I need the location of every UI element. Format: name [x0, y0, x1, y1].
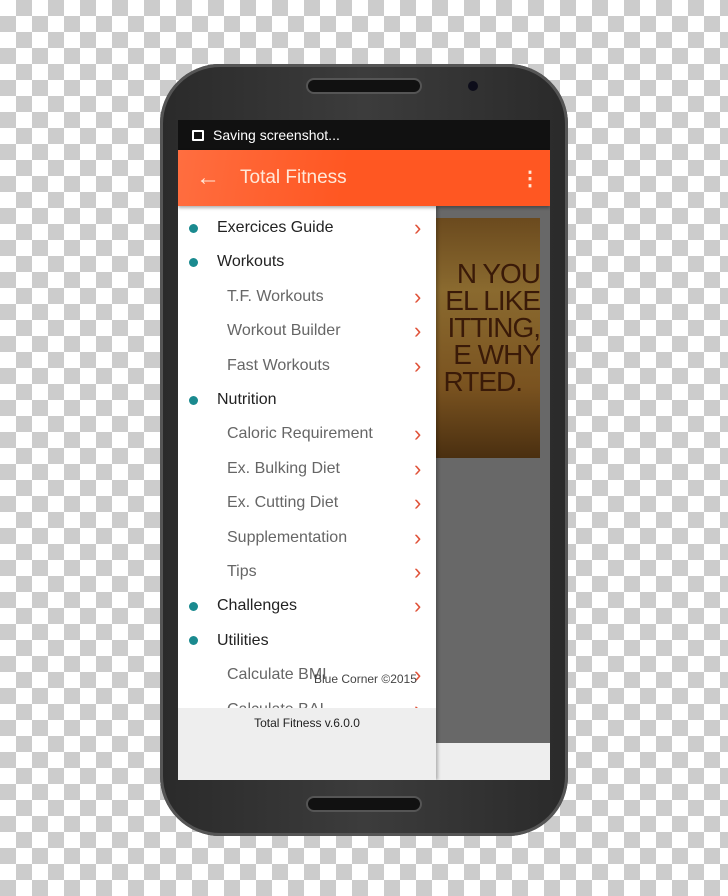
drawer-item[interactable]: Tips ›: [178, 555, 436, 589]
drawer-item-label: Nutrition: [217, 391, 277, 408]
bottom-speaker: [308, 798, 420, 810]
drawer-item-label: Supplementation: [227, 528, 348, 546]
drawer-item[interactable]: Ex. Cutting Diet ›: [178, 486, 436, 520]
drawer-item-label: Ex. Cutting Diet: [227, 494, 339, 512]
drawer-item-label: Tips: [227, 563, 257, 580]
drawer-item-label: T.F. Workouts: [227, 287, 324, 305]
drawer-item[interactable]: Workout Builder ›: [178, 314, 436, 348]
poster-text-line: RTED.: [443, 366, 523, 397]
front-camera: [468, 81, 478, 91]
drawer-item-label: Caloric Requirement: [227, 425, 373, 443]
chevron-right-icon: ›: [414, 524, 422, 550]
drawer-item-label: Utilities: [217, 631, 269, 649]
image-icon: [192, 129, 204, 141]
drawer-list: Exercices Guide › Workouts T.F. Workouts › Wo…: [178, 206, 436, 708]
chevron-right-icon: ›: [414, 421, 422, 447]
drawer-item[interactable]: Supplementation ›: [178, 521, 436, 555]
chevron-right-icon: ›: [414, 318, 422, 344]
drawer-item[interactable]: Nutrition: [178, 383, 436, 417]
poster-text-line: N YOU: [456, 258, 540, 289]
bullet-icon: [189, 395, 198, 405]
motivational-image: N YOU EL LIKE ITTING, E WHY RTED.: [436, 218, 540, 458]
drawer-item[interactable]: Workouts: [178, 245, 436, 279]
drawer-item[interactable]: Ex. Bulking Diet ›: [178, 452, 436, 486]
drawer-item[interactable]: Caloric Requirement ›: [178, 417, 436, 451]
drawer-item-label: Calculate BAI: [227, 701, 324, 708]
more-vert-icon[interactable]: ⋮: [510, 166, 550, 191]
bullet-icon: [189, 223, 198, 233]
drawer-item-label: Exercices Guide: [217, 219, 334, 236]
copyright-text: Blue Corner ©2015: [314, 672, 417, 686]
drawer-item[interactable]: T.F. Workouts ›: [178, 280, 436, 314]
navigation-drawer: Exercices Guide › Workouts T.F. Workouts › Wo…: [178, 206, 436, 780]
drawer-item[interactable]: Utilities: [178, 624, 436, 658]
screen: Saving screenshot... ← Total Fitness ⋮ N…: [178, 120, 550, 780]
bullet-icon: [189, 601, 198, 611]
top-speaker: [308, 80, 420, 92]
chevron-right-icon: ›: [414, 215, 422, 240]
drawer-item-label: Workout Builder: [227, 322, 341, 340]
drawer-item[interactable]: Exercices Guide ›: [178, 211, 436, 245]
app-title: Total Fitness: [240, 167, 347, 188]
drawer-item-label: Workouts: [217, 253, 285, 271]
app-bar: ← Total Fitness ⋮: [178, 150, 550, 206]
version-text: Total Fitness v.6.0.0: [254, 716, 360, 730]
arrow-left-icon[interactable]: ←: [178, 164, 240, 192]
chevron-right-icon: ›: [414, 697, 421, 708]
chevron-right-icon: ›: [414, 283, 422, 309]
poster-text-line: ITTING,: [447, 312, 540, 343]
bullet-icon: [189, 257, 198, 267]
chevron-right-icon: ›: [414, 490, 422, 516]
poster-text-line: E WHY: [453, 339, 540, 370]
chevron-right-icon: ›: [414, 352, 422, 378]
drawer-item[interactable]: Calculate BAI ›: [178, 693, 436, 708]
bullet-icon: [189, 636, 198, 646]
drawer-item-label: Ex. Bulking Diet: [227, 459, 340, 477]
chevron-right-icon: ›: [414, 455, 422, 481]
drawer-footer: Total Fitness v.6.0.0: [178, 708, 436, 780]
chevron-right-icon: ›: [414, 593, 422, 619]
drawer-item-label: Challenges: [217, 597, 298, 615]
notification-text: Saving screenshot...: [213, 127, 340, 143]
content-background: N YOU EL LIKE ITTING, E WHY RTED.: [436, 206, 550, 743]
drawer-item-label: Fast Workouts: [227, 356, 330, 374]
drawer-item[interactable]: Fast Workouts ›: [178, 349, 436, 383]
content-area: N YOU EL LIKE ITTING, E WHY RTED.: [436, 206, 550, 780]
chevron-right-icon: ›: [414, 559, 422, 584]
status-bar: Saving screenshot...: [178, 120, 550, 150]
drawer-item-label: Calculate BMI: [227, 666, 327, 684]
poster-text-line: EL LIKE: [445, 285, 540, 316]
drawer-item[interactable]: Challenges ›: [178, 589, 436, 623]
